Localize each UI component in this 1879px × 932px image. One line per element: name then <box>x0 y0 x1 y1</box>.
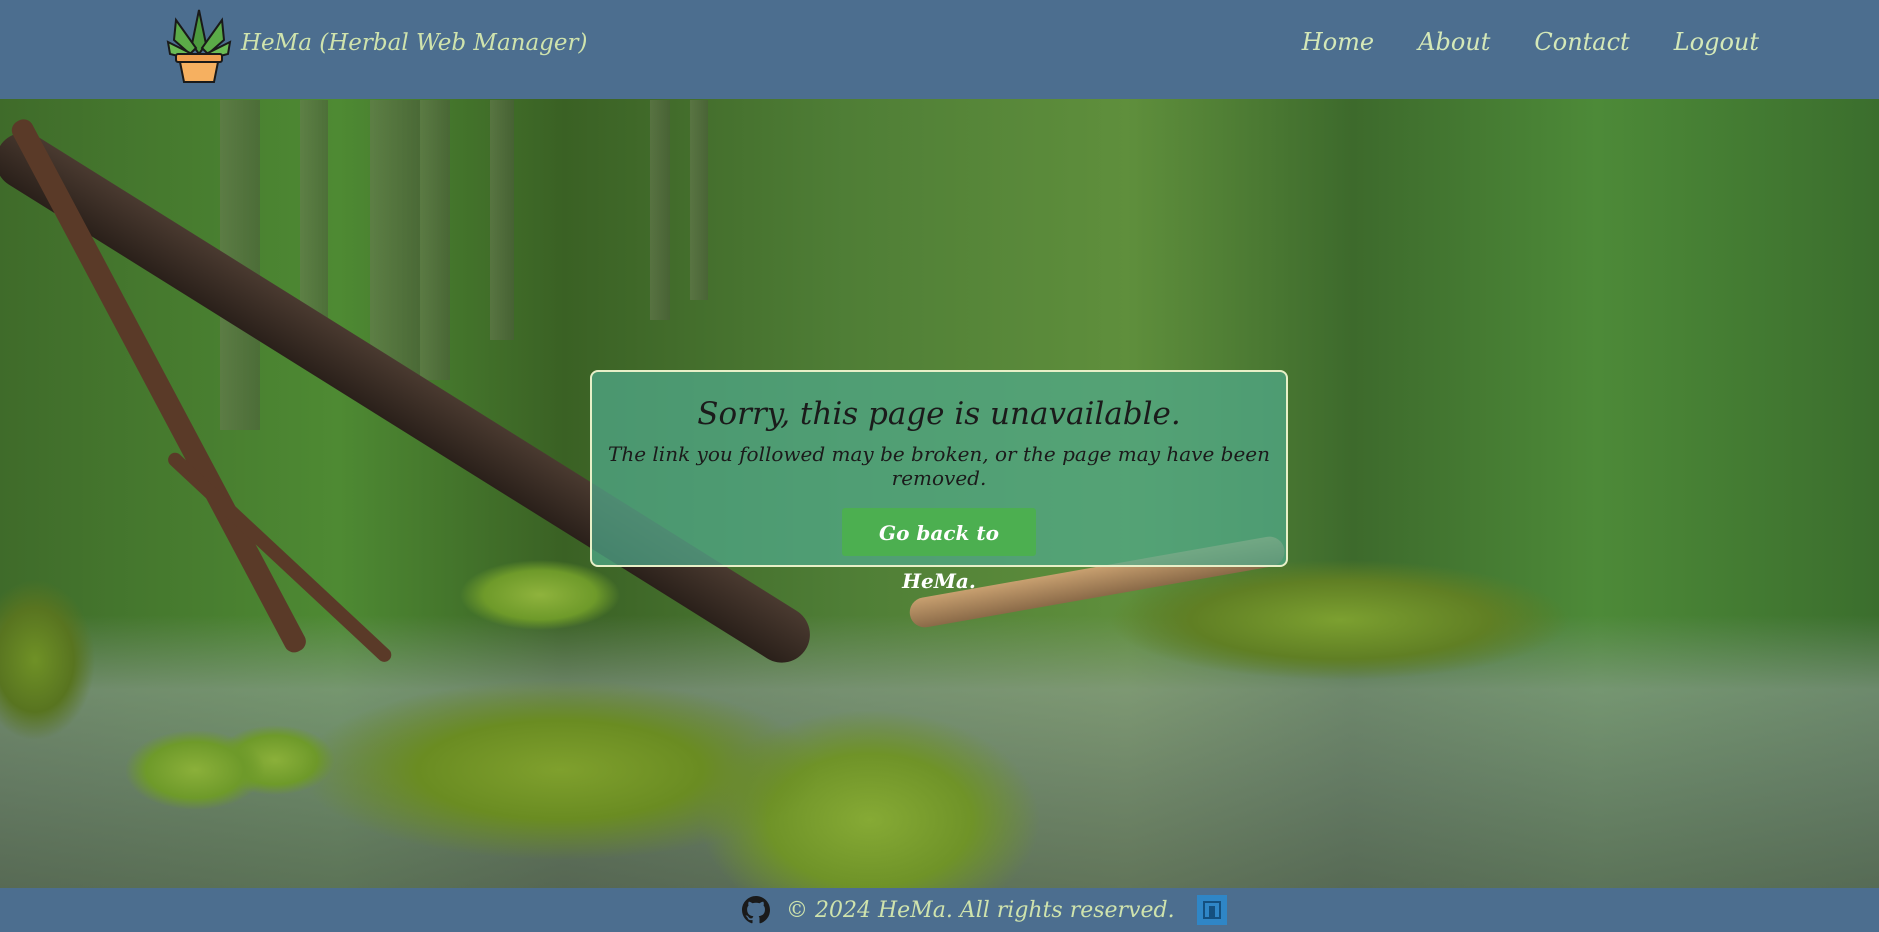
nav-logout-link[interactable]: Logout <box>1674 28 1759 56</box>
nav-about-link[interactable]: About <box>1418 28 1490 56</box>
main-nav: Home About Contact Logout <box>1302 28 1759 56</box>
brand-title[interactable]: HeMa (Herbal Web Manager) <box>241 30 587 56</box>
copyright-text: © 2024 HeMa. All rights reserved. <box>786 897 1175 923</box>
building-logo-icon[interactable] <box>1196 895 1227 925</box>
go-back-button[interactable]: Go back to HeMa. <box>842 508 1036 593</box>
nav-contact-link[interactable]: Contact <box>1534 28 1629 56</box>
footer: © 2024 HeMa. All rights reserved. <box>0 888 1879 932</box>
footer-content: © 2024 HeMa. All rights reserved. <box>742 895 1227 925</box>
error-message: The link you followed may be broken, or … <box>607 442 1271 490</box>
error-card: Sorry, this page is unavailable. The lin… <box>590 370 1288 593</box>
github-icon[interactable] <box>742 896 770 924</box>
nav-home-link[interactable]: Home <box>1302 28 1374 56</box>
top-navbar: HeMa (Herbal Web Manager) Home About Con… <box>0 0 1879 99</box>
error-title: Sorry, this page is unavailable. <box>697 396 1181 432</box>
potted-plant-icon[interactable] <box>166 4 232 86</box>
